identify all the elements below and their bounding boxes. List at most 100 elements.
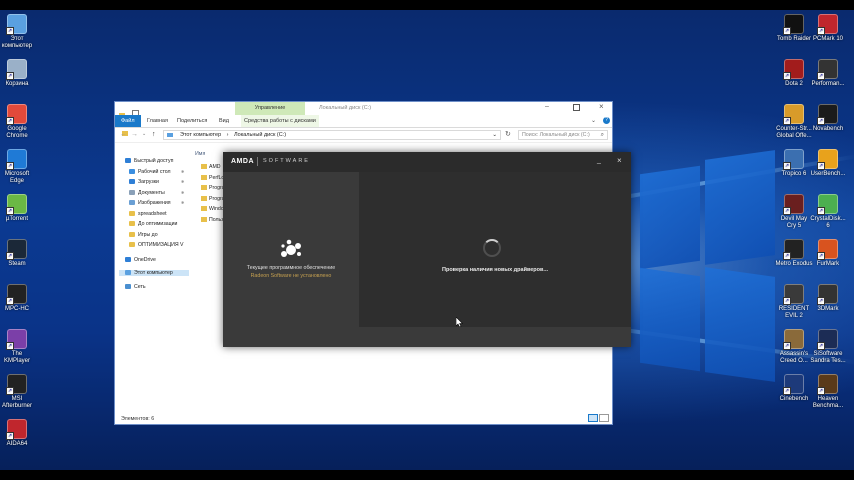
cinebench-icon: ↗: [783, 374, 804, 395]
nav-item[interactable]: Игры до: [129, 232, 158, 238]
search-field[interactable]: Поиск: Локальный диск (C:) ⌕: [518, 130, 608, 140]
onedrive-icon: [125, 256, 131, 262]
desktop-shortcut-label: Steam: [8, 261, 26, 267]
nav-item[interactable]: Этот компьютер: [119, 270, 189, 276]
shortcut-arrow-icon: ↗: [6, 252, 14, 260]
forward-button[interactable]: →: [131, 131, 138, 138]
desktop-shortcut[interactable]: ↗ SiSoftware Sandra Tes...: [803, 329, 853, 365]
amd-status-panel: Проверка наличия новых драйверов...: [359, 172, 631, 327]
desktop-shortcut[interactable]: ↗ Google Chrome: [0, 104, 42, 140]
up-button[interactable]: ↑: [152, 131, 156, 138]
desktop-shortcut-label: Novabench: [812, 126, 844, 132]
nav-item[interactable]: До оптимизации: [129, 221, 177, 227]
folder-icon: [129, 210, 135, 216]
utorrent-icon: ↗: [6, 194, 27, 215]
desktop-shortcut[interactable]: ↗ Performan...: [803, 59, 853, 88]
nav-item[interactable]: Быстрый доступ: [125, 158, 173, 164]
tab-view[interactable]: Вид: [219, 115, 229, 127]
desktop-shortcut[interactable]: ↗ UserBench...: [803, 149, 853, 178]
nav-item[interactable]: spreadsheet: [129, 211, 167, 217]
novabench-icon: ↗: [817, 104, 838, 125]
maximize-button[interactable]: [573, 104, 580, 111]
desktop-shortcut[interactable]: ↗ MSI Afterburner: [0, 374, 42, 410]
explorer-titlebar[interactable]: Управление Локальный диск (C:) – ×: [115, 102, 612, 136]
back-button[interactable]: ←: [120, 131, 127, 138]
refresh-button[interactable]: ↻: [505, 130, 511, 138]
desktop-shortcut[interactable]: ↗ Этот компьютер: [0, 14, 42, 50]
breadcrumb-drive-c[interactable]: Локальный диск (C:): [234, 132, 286, 138]
folder-icon: [201, 185, 207, 191]
contextual-tab-manage[interactable]: Управление: [235, 102, 305, 115]
desktop-shortcut[interactable]: ↗ CrystalDisk... 6: [803, 194, 853, 230]
close-button[interactable]: ×: [599, 102, 604, 111]
wallpaper-logo-pane: [640, 165, 700, 270]
desktop-shortcut[interactable]: ↗ The KMPlayer: [0, 329, 42, 365]
desktop-shortcut[interactable]: ↗ Корзина: [0, 59, 42, 88]
furmark-icon: ↗: [817, 239, 838, 260]
desktop-shortcut[interactable]: ↗ 3DMark: [803, 284, 853, 313]
tab-file[interactable]: Файл: [115, 115, 141, 127]
nav-item[interactable]: Рабочий стол ✱: [129, 168, 184, 175]
kmplayer-icon: ↗: [6, 329, 27, 350]
re2-icon: ↗: [783, 284, 804, 305]
shortcut-arrow-icon: ↗: [783, 297, 791, 305]
address-dropdown-icon[interactable]: ⌄: [492, 131, 497, 140]
nav-item-label: Рабочий стол: [138, 168, 171, 175]
tab-drive-tools[interactable]: Средства работы с дисками: [241, 115, 319, 127]
amd-product-name: SOFTWARE: [263, 158, 310, 164]
address-field[interactable]: Этот компьютер › Локальный диск (C:) ⌄: [163, 130, 501, 140]
nav-item[interactable]: Документы ✱: [129, 190, 184, 196]
desktop-shortcut-label: 3DMark: [817, 306, 839, 312]
shortcut-arrow-icon: ↗: [6, 27, 14, 35]
desktop-shortcut[interactable]: ↗ PCMark 10: [803, 14, 853, 43]
nav-item-label: Быстрый доступ: [134, 158, 174, 164]
nav-item[interactable]: ОПТИМИЗАЦИЯ V: [129, 242, 184, 248]
amd-minimize-button[interactable]: _: [597, 157, 601, 164]
breadcrumb-this-pc[interactable]: Этот компьютер: [180, 132, 221, 138]
quick-access-toolbar[interactable]: [119, 105, 151, 136]
desktop-shortcut[interactable]: ↗ Heaven Benchma...: [803, 374, 853, 410]
current-software-label: Текущее программное обеспечение: [246, 265, 336, 271]
shortcut-arrow-icon: ↗: [783, 207, 791, 215]
shortcut-arrow-icon: ↗: [817, 342, 825, 350]
desktop-shortcut[interactable]: ↗ Novabench: [803, 104, 853, 133]
details-view-icon[interactable]: [588, 414, 598, 422]
nav-item-label: Игры до: [138, 231, 158, 238]
nav-item[interactable]: Изображения ✱: [129, 200, 184, 206]
help-icon[interactable]: ?: [603, 117, 610, 124]
current-software-value: Radeon Software не установлено: [250, 273, 332, 279]
desktop-shortcut-label: MSI Afterburner: [1, 396, 32, 409]
window-title: Локальный диск (C:): [319, 105, 372, 111]
desktop-shortcut[interactable]: ↗ Steam: [0, 239, 42, 268]
desktop-shortcut[interactable]: ↗ µTorrent: [0, 194, 42, 223]
desktop-shortcut[interactable]: ↗ AIDA64: [0, 419, 42, 448]
folder-icon: [201, 206, 207, 212]
desktop-shortcut[interactable]: ↗ FurMark: [803, 239, 853, 268]
shortcut-arrow-icon: ↗: [783, 72, 791, 80]
edge-icon: ↗: [6, 149, 27, 170]
recent-locations-button[interactable]: ⌄: [142, 131, 146, 137]
3dmark-icon: ↗: [817, 284, 838, 305]
column-header-name[interactable]: Имя: [195, 151, 205, 157]
dmc5-icon: ↗: [783, 194, 804, 215]
amd-installer-window[interactable]: AMDA SOFTWARE _ × Текущее программное об…: [223, 152, 631, 347]
tab-home[interactable]: Главная: [147, 115, 168, 127]
large-icons-view-icon[interactable]: [599, 414, 609, 422]
expand-ribbon-icon[interactable]: ⌄: [591, 117, 596, 124]
shortcut-arrow-icon: ↗: [817, 387, 825, 395]
desktop-shortcut[interactable]: ↗ Microsoft Edge: [0, 149, 42, 185]
desktop-shortcut[interactable]: ↗ MPC-HC: [0, 284, 42, 313]
nav-item[interactable]: Загрузки ✱: [129, 179, 184, 185]
tab-share[interactable]: Поделиться: [177, 115, 207, 127]
list-item[interactable]: AMD: [201, 164, 221, 170]
amd-titlebar[interactable]: AMDA SOFTWARE _ ×: [223, 152, 631, 172]
performance-icon: ↗: [817, 59, 838, 80]
nav-item[interactable]: OneDrive: [125, 257, 156, 263]
address-bar-row: ← → ⌄ ↑ Этот компьютер › Локальный диск …: [115, 128, 612, 143]
minimize-button[interactable]: –: [545, 103, 549, 110]
nav-item[interactable]: Сеть: [125, 284, 146, 290]
shortcut-arrow-icon: ↗: [783, 342, 791, 350]
shortcut-arrow-icon: ↗: [6, 297, 14, 305]
computer-icon: ↗: [6, 14, 27, 35]
amd-close-button[interactable]: ×: [617, 156, 622, 165]
